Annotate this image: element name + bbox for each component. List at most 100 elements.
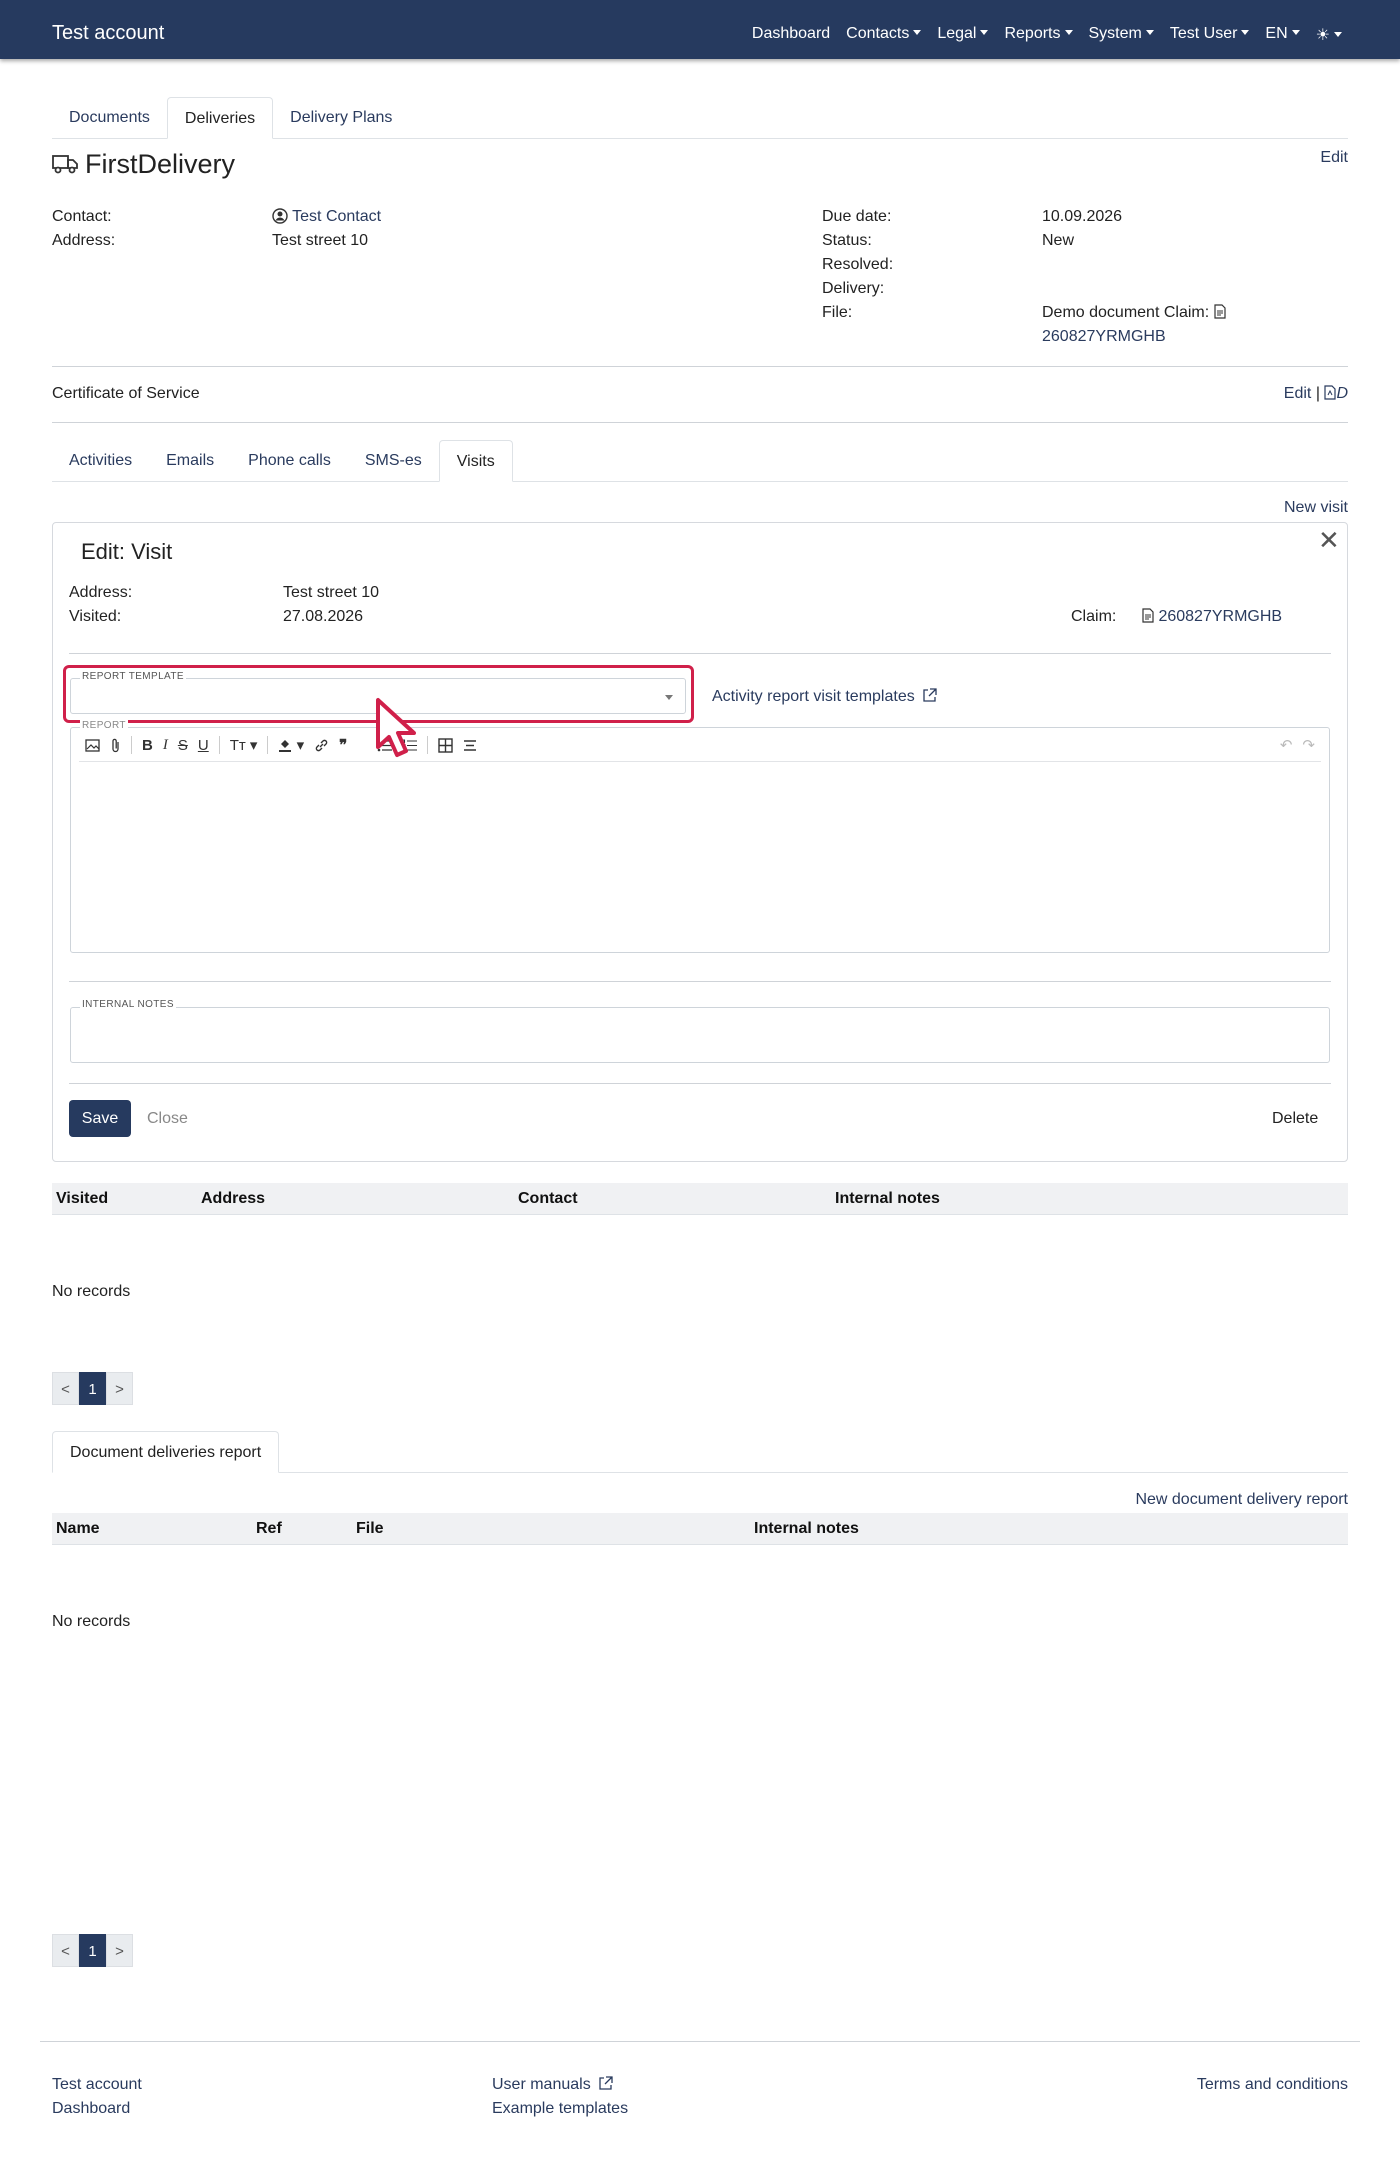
edit-delivery-link[interactable]: Edit [1320,149,1348,167]
external-link-icon [922,688,937,708]
nav-contacts-dropdown[interactable]: Contacts [846,25,922,45]
visits-table-header: Visited Address Contact Internal notes [52,1183,1348,1215]
visit-claim-link[interactable]: 260827YRMGHB [1142,608,1282,628]
tab-document-deliveries-report[interactable]: Document deliveries report [52,1431,280,1473]
toolbar-separator [267,736,269,754]
caret-down-icon [1145,30,1154,35]
prev-page-button[interactable]: < [52,1934,79,1967]
next-page-button[interactable]: > [106,1934,133,1967]
caret-down-icon [980,30,989,35]
editor-toolbar: B I S U Tт ▾ ▾ ❞ [71,728,1329,762]
col-file[interactable]: File [356,1520,384,1538]
fill-color-icon[interactable]: ▾ [278,735,304,755]
nav-language-dropdown[interactable]: EN [1265,25,1300,45]
top-tabs: Documents Deliveries Delivery Plans [52,97,1348,139]
attachment-icon[interactable] [110,735,121,755]
undo-icon[interactable]: ↶ [1280,736,1293,754]
external-link-icon [598,2076,613,2096]
col-name[interactable]: Name [56,1520,100,1538]
align-icon[interactable] [463,735,477,755]
tab-emails[interactable]: Emails [149,440,231,482]
due-date-value: 10.09.2026 [1042,208,1123,225]
footer-account-link[interactable]: Test account [52,2076,142,2094]
certificate-pdf-link[interactable]: D [1324,385,1348,402]
footer-dashboard-link[interactable]: Dashboard [52,2100,130,2118]
mouse-cursor-icon [374,697,426,766]
col-contact[interactable]: Contact [518,1190,578,1208]
footer-example-templates-link[interactable]: Example templates [492,2100,628,2118]
reports-pagination: < 1 > [52,1934,133,1967]
nav-system-dropdown[interactable]: System [1089,25,1154,45]
divider [52,422,1348,423]
toolbar-separator [427,736,429,754]
top-navbar: Test account Dashboard Contacts Legal Re… [0,0,1400,59]
nav-theme-dropdown[interactable]: ☀ [1316,25,1342,45]
activity-tabs: Activities Emails Phone calls SMS-es Vis… [52,440,1348,482]
quote-icon[interactable]: ❞ [339,735,347,755]
italic-icon[interactable]: I [163,735,168,755]
table-icon[interactable] [438,735,453,755]
file-label: File: [822,304,853,321]
link-icon[interactable] [314,735,329,755]
caret-down-icon [1291,30,1300,35]
visit-address-value: Test street 10 [283,584,380,601]
col-ref[interactable]: Ref [256,1520,282,1538]
nav-legal-dropdown[interactable]: Legal [937,25,989,45]
next-page-button[interactable]: > [106,1372,133,1405]
close-icon[interactable]: ✕ [1318,527,1340,553]
close-button[interactable]: Close [147,1110,188,1128]
new-report-link[interactable]: New document delivery report [1135,1491,1348,1509]
col-internal-notes[interactable]: Internal notes [835,1190,940,1208]
tab-deliveries[interactable]: Deliveries [166,97,274,139]
reports-table-header: Name Ref File Internal notes [52,1513,1348,1545]
text-size-icon[interactable]: Tт ▾ [230,735,258,755]
footer-terms-link[interactable]: Terms and conditions [1197,2076,1348,2094]
save-button[interactable]: Save [69,1100,131,1137]
col-report-internal-notes[interactable]: Internal notes [754,1520,859,1538]
brand-title[interactable]: Test account [52,22,164,45]
visit-templates-link[interactable]: Activity report visit templates [712,688,937,708]
tab-phone-calls[interactable]: Phone calls [231,440,348,482]
caret-down-icon [913,30,922,35]
file-claim-link[interactable]: 260827YRMGHB [1042,328,1166,346]
nav-user-dropdown[interactable]: Test User [1170,25,1250,45]
strikethrough-icon[interactable]: S [178,735,188,755]
footer-user-manuals-link[interactable]: User manuals [492,2076,613,2096]
nav-dashboard[interactable]: Dashboard [752,25,830,45]
image-icon[interactable] [85,735,100,755]
prev-page-button[interactable]: < [52,1372,79,1405]
visit-visited-label: Visited: [69,608,122,625]
page-1-button[interactable]: 1 [79,1934,106,1967]
nav-menu: Dashboard Contacts Legal Reports System … [752,25,1342,45]
underline-icon[interactable]: U [198,735,209,755]
history-controls: ↶ ↷ [1280,736,1315,754]
tab-activities[interactable]: Activities [52,440,149,482]
page-1-button[interactable]: 1 [79,1372,106,1405]
col-address[interactable]: Address [201,1190,265,1208]
internal-notes-textarea[interactable] [70,1007,1330,1063]
due-date-label: Due date: [822,208,892,225]
toolbar-separator [131,736,132,754]
user-circle-icon [272,208,288,229]
status-label: Status: [822,232,872,249]
report-editor[interactable]: B I S U Tт ▾ ▾ ❞ ↶ ↷ [70,727,1330,953]
file-icon [1142,608,1154,628]
address-label: Address: [52,232,116,249]
certificate-actions: Edit | D [1284,385,1348,405]
contact-label: Contact: [52,208,112,225]
col-visited[interactable]: Visited [56,1190,108,1208]
new-visit-link[interactable]: New visit [1284,499,1348,517]
tab-documents[interactable]: Documents [52,97,167,139]
reports-tabs: Document deliveries report [52,1431,1348,1473]
nav-reports-dropdown[interactable]: Reports [1004,25,1073,45]
caret-down-icon [1241,30,1250,35]
bold-icon[interactable]: B [142,735,153,755]
contact-link[interactable]: Test Contact [272,208,381,229]
certificate-edit-link[interactable]: Edit [1284,385,1312,402]
tab-sms[interactable]: SMS-es [348,440,439,482]
caret-down-icon [1064,30,1073,35]
redo-icon[interactable]: ↷ [1302,736,1315,754]
tab-delivery-plans[interactable]: Delivery Plans [273,97,409,139]
tab-visits[interactable]: Visits [438,440,513,482]
delete-button[interactable]: Delete [1272,1110,1318,1128]
